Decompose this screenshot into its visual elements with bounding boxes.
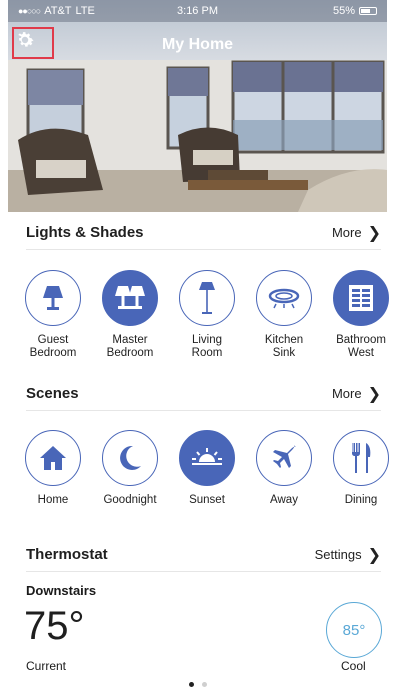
floor-lamp-icon xyxy=(199,282,215,314)
page-dot-2[interactable] xyxy=(201,682,207,687)
tile-label: Dining xyxy=(344,494,378,506)
light-button[interactable] xyxy=(25,270,81,326)
light-tile-living-room[interactable]: Living Room xyxy=(176,270,238,360)
tile-label: Bathroom West xyxy=(336,334,386,360)
light-tile-master-bedroom[interactable]: Master Bedroom xyxy=(99,270,161,360)
window-shade-icon xyxy=(349,285,373,311)
scene-tile-goodnight[interactable]: Goodnight xyxy=(99,430,161,507)
lights-row: Guest Bedroom Master Bedroom Living Room xyxy=(22,270,392,360)
lights-more-button[interactable]: More ❯ xyxy=(332,223,381,243)
scene-tile-sunset[interactable]: Sunset xyxy=(176,430,238,507)
scene-button[interactable] xyxy=(25,430,81,486)
chevron-right-icon: ❯ xyxy=(367,546,381,564)
hero-image: ●●○○○ AT&T LTE 3:16 PM 55% My Home xyxy=(8,0,387,212)
airplane-icon xyxy=(273,445,296,468)
scenes-more-label: More xyxy=(331,386,362,401)
carrier-label: AT&T xyxy=(44,5,72,17)
ceiling-light-icon xyxy=(268,288,300,309)
network-label: LTE xyxy=(75,5,95,17)
thermostat-settings-button[interactable]: Settings ❯ xyxy=(315,545,381,565)
sunset-icon xyxy=(192,448,222,465)
page-indicator[interactable] xyxy=(0,682,395,687)
tile-label: Goodnight xyxy=(103,494,157,506)
current-temperature: 75° xyxy=(24,604,85,648)
scenes-section-header: Scenes More ❯ xyxy=(26,377,381,411)
light-tile-kitchen-sink[interactable]: Kitchen Sink xyxy=(253,270,315,360)
settings-button[interactable] xyxy=(12,27,54,59)
lights-section-title: Lights & Shades xyxy=(26,224,144,241)
scene-button[interactable] xyxy=(333,430,389,486)
tile-label: Home xyxy=(37,494,69,506)
thermostat-zone-name: Downstairs xyxy=(26,583,97,598)
current-label: Current xyxy=(26,659,67,673)
scene-tile-dining[interactable]: Dining xyxy=(330,430,392,507)
light-tile-bathroom-west[interactable]: Bathroom West xyxy=(330,270,392,360)
clock: 3:16 PM xyxy=(177,5,218,17)
chevron-right-icon: ❯ xyxy=(367,385,381,403)
gear-icon xyxy=(18,32,34,47)
thermostat-section-header: Thermostat Settings ❯ xyxy=(26,538,381,572)
light-button[interactable] xyxy=(256,270,312,326)
setpoint-button[interactable]: 85° xyxy=(326,602,382,658)
light-button[interactable] xyxy=(179,270,235,326)
tile-label: Master Bedroom xyxy=(106,334,154,360)
tile-label: Guest Bedroom xyxy=(29,334,77,360)
scenes-more-button[interactable]: More ❯ xyxy=(332,384,381,404)
mode-label: Cool xyxy=(341,659,366,673)
battery-icon xyxy=(359,7,378,15)
light-button[interactable] xyxy=(102,270,158,326)
scene-tile-away[interactable]: Away xyxy=(253,430,315,507)
table-lamp-icon xyxy=(43,286,63,310)
scenes-section-title: Scenes xyxy=(26,385,79,402)
tile-label: Kitchen Sink xyxy=(264,334,304,360)
fork-knife-icon xyxy=(352,443,371,473)
tile-label: Away xyxy=(270,494,298,506)
scene-button[interactable] xyxy=(256,430,312,486)
scenes-row: Home Goodnight Sunset Away Dining xyxy=(22,430,392,507)
scene-button[interactable] xyxy=(102,430,158,486)
page-title: My Home xyxy=(161,36,234,53)
moon-icon xyxy=(120,445,141,470)
house-icon xyxy=(40,446,66,470)
scene-button[interactable] xyxy=(179,430,235,486)
shade-button[interactable] xyxy=(333,270,389,326)
signal-icon: ●●○○○ xyxy=(18,6,41,16)
lights-more-label: More xyxy=(331,225,362,240)
scene-tile-home[interactable]: Home xyxy=(22,430,84,507)
battery-percent: 55% xyxy=(332,5,356,17)
thermostat-section-title: Thermostat xyxy=(26,546,108,563)
thermostat-settings-label: Settings xyxy=(314,547,362,562)
tile-label: Sunset xyxy=(189,494,225,506)
lights-section-header: Lights & Shades More ❯ xyxy=(26,216,381,250)
tile-label: Living Room xyxy=(191,334,223,360)
double-lamp-icon xyxy=(115,286,145,309)
status-bar: ●●○○○ AT&T LTE 3:16 PM 55% xyxy=(8,0,387,22)
page-dot-1[interactable] xyxy=(188,682,194,687)
chevron-right-icon: ❯ xyxy=(367,224,381,242)
light-tile-guest-bedroom[interactable]: Guest Bedroom xyxy=(22,270,84,360)
